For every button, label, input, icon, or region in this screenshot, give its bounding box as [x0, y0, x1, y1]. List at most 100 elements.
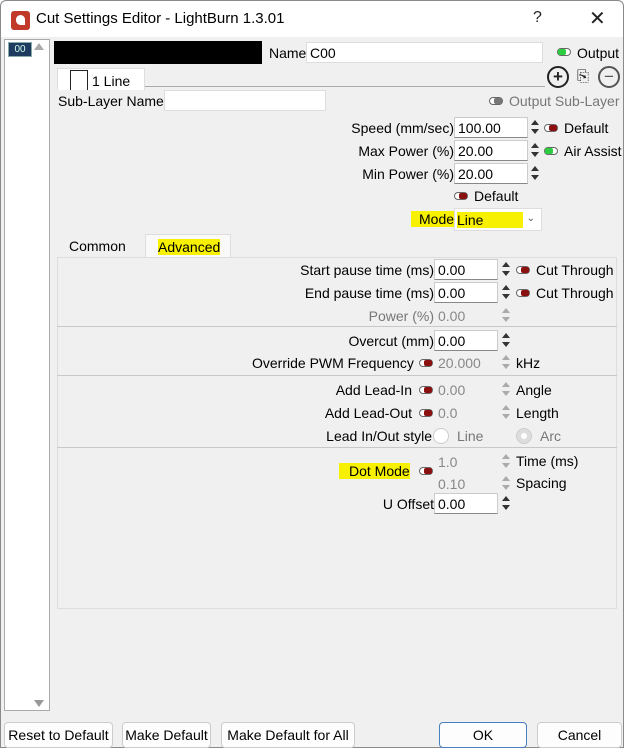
- layer-list[interactable]: 00: [4, 39, 50, 711]
- lead-style-line-label: Line: [457, 428, 484, 444]
- lead-in-toggle[interactable]: [419, 386, 433, 394]
- divider: [57, 326, 617, 327]
- max-power-input[interactable]: 20.00: [454, 140, 528, 161]
- help-button[interactable]: ?: [533, 9, 542, 27]
- speed-label: Speed (mm/sec): [351, 120, 454, 136]
- dot-time-input[interactable]: 1.0: [434, 451, 498, 472]
- tab-common[interactable]: Common: [57, 234, 138, 258]
- speed-spinner[interactable]: [528, 117, 541, 138]
- dot-spacing-spinner[interactable]: [499, 473, 512, 494]
- output-toggle[interactable]: [557, 48, 571, 56]
- start-pause-input[interactable]: 0.00: [434, 259, 498, 280]
- overcut-label: Overcut (mm): [348, 333, 434, 349]
- cut-settings-dialog: Cut Settings Editor - LightBurn 1.3.01 ?…: [0, 0, 624, 748]
- start-cut-through-toggle[interactable]: [516, 266, 530, 274]
- title-bar: Cut Settings Editor - LightBurn 1.3.01 ?…: [1, 1, 623, 37]
- layer-item-00[interactable]: 00: [8, 42, 32, 57]
- lead-in-unit: Angle: [516, 382, 552, 398]
- lead-out-spinner[interactable]: [499, 402, 512, 423]
- min-power-input[interactable]: 20.00: [454, 163, 528, 184]
- start-pause-label: Start pause time (ms): [300, 262, 434, 278]
- max-power-label: Max Power (%): [358, 143, 454, 159]
- mode-select[interactable]: Line ⌄: [454, 208, 542, 231]
- output-sublayer-toggle[interactable]: [489, 97, 503, 105]
- sublayer-tab[interactable]: 1 Line: [57, 68, 145, 90]
- lead-in-input[interactable]: 0.00: [434, 379, 498, 400]
- end-cut-through-label: Cut Through: [536, 285, 614, 301]
- pwm-unit: kHz: [516, 355, 541, 371]
- end-cut-through-toggle[interactable]: [516, 289, 530, 297]
- power-spinner[interactable]: [499, 305, 512, 326]
- dot-time-spinner[interactable]: [499, 451, 512, 472]
- max-power-spinner[interactable]: [528, 140, 541, 161]
- lead-in-label: Add Lead-In: [335, 382, 412, 398]
- dot-spacing-unit: Spacing: [516, 475, 567, 491]
- scroll-down-arrow-icon[interactable]: [34, 700, 44, 707]
- speed-input[interactable]: 100.00: [454, 117, 528, 138]
- reset-to-default-button[interactable]: Reset to Default: [4, 722, 113, 748]
- min-power-label: Min Power (%): [362, 166, 454, 182]
- sublayer-name-input[interactable]: [164, 90, 326, 111]
- u-offset-spinner[interactable]: [499, 493, 512, 514]
- overcut-spinner[interactable]: [499, 330, 512, 351]
- tab-advanced[interactable]: Advanced: [145, 234, 231, 258]
- dot-time-unit: Time (ms): [516, 453, 579, 469]
- chevron-down-icon: ⌄: [526, 213, 535, 224]
- lightburn-logo-icon: [11, 11, 30, 30]
- pwm-spinner[interactable]: [499, 352, 512, 373]
- pwm-input[interactable]: 20.000: [434, 352, 498, 373]
- name-input[interactable]: C00: [306, 42, 543, 63]
- output-label: Output: [577, 45, 620, 61]
- air-assist-label: Air Assist: [564, 143, 622, 159]
- tab-advanced-label: Advanced: [158, 239, 221, 255]
- close-button[interactable]: ✕: [589, 6, 606, 31]
- overcut-input[interactable]: 0.00: [434, 330, 498, 351]
- dot-mode-toggle[interactable]: [419, 467, 433, 475]
- end-pause-spinner[interactable]: [499, 282, 512, 303]
- lead-style-line-radio[interactable]: [433, 428, 449, 444]
- make-default-for-all-button[interactable]: Make Default for All: [221, 722, 355, 748]
- end-pause-input[interactable]: 0.00: [434, 282, 498, 303]
- ok-button[interactable]: OK: [439, 722, 527, 748]
- window-title: Cut Settings Editor - LightBurn 1.3.01: [36, 10, 285, 27]
- dot-spacing-input[interactable]: 0.10: [434, 473, 498, 494]
- copy-icon[interactable]: ⎘: [572, 66, 594, 88]
- redacted-region: [54, 41, 262, 64]
- make-default-button[interactable]: Make Default: [122, 722, 211, 748]
- power-label: Power (%): [368, 308, 434, 324]
- start-pause-spinner[interactable]: [499, 259, 512, 280]
- divider: [57, 447, 617, 448]
- u-offset-input[interactable]: 0.00: [434, 493, 498, 514]
- lead-out-input[interactable]: 0.0: [434, 402, 498, 423]
- lead-out-toggle[interactable]: [419, 409, 433, 417]
- sublayer-tab-label: 1 Line: [92, 73, 131, 89]
- pwm-toggle[interactable]: [419, 359, 433, 367]
- divider: [145, 86, 545, 87]
- lead-style-arc-radio[interactable]: [516, 428, 532, 444]
- power-input[interactable]: 0.00: [434, 305, 498, 326]
- cancel-button[interactable]: Cancel: [537, 722, 622, 748]
- scroll-up-arrow-icon[interactable]: [34, 43, 44, 50]
- default-toggle[interactable]: [454, 192, 468, 200]
- sublayer-name-label: Sub-Layer Name: [58, 93, 164, 109]
- speed-default-toggle[interactable]: [544, 124, 558, 132]
- lead-style-arc-label: Arc: [540, 428, 561, 444]
- air-assist-toggle[interactable]: [544, 147, 558, 155]
- mode-value: Line: [457, 212, 524, 228]
- min-power-spinner[interactable]: [528, 163, 541, 184]
- dot-mode-label: Dot Mode: [339, 463, 410, 479]
- default-label: Default: [474, 188, 519, 204]
- lead-out-unit: Length: [516, 405, 559, 421]
- plus-circle-icon[interactable]: +: [547, 66, 569, 88]
- minus-circle-icon[interactable]: −: [598, 66, 620, 88]
- pwm-label: Override PWM Frequency: [252, 355, 414, 371]
- lead-style-label: Lead In/Out style: [326, 428, 432, 444]
- lead-in-spinner[interactable]: [499, 379, 512, 400]
- mode-label: Mode: [411, 211, 457, 227]
- start-cut-through-label: Cut Through: [536, 262, 614, 278]
- sublayer-checkbox[interactable]: [70, 70, 88, 90]
- u-offset-label: U Offset: [382, 496, 434, 512]
- lead-out-label: Add Lead-Out: [324, 405, 412, 421]
- name-label: Name: [269, 45, 307, 61]
- end-pause-label: End pause time (ms): [304, 285, 434, 301]
